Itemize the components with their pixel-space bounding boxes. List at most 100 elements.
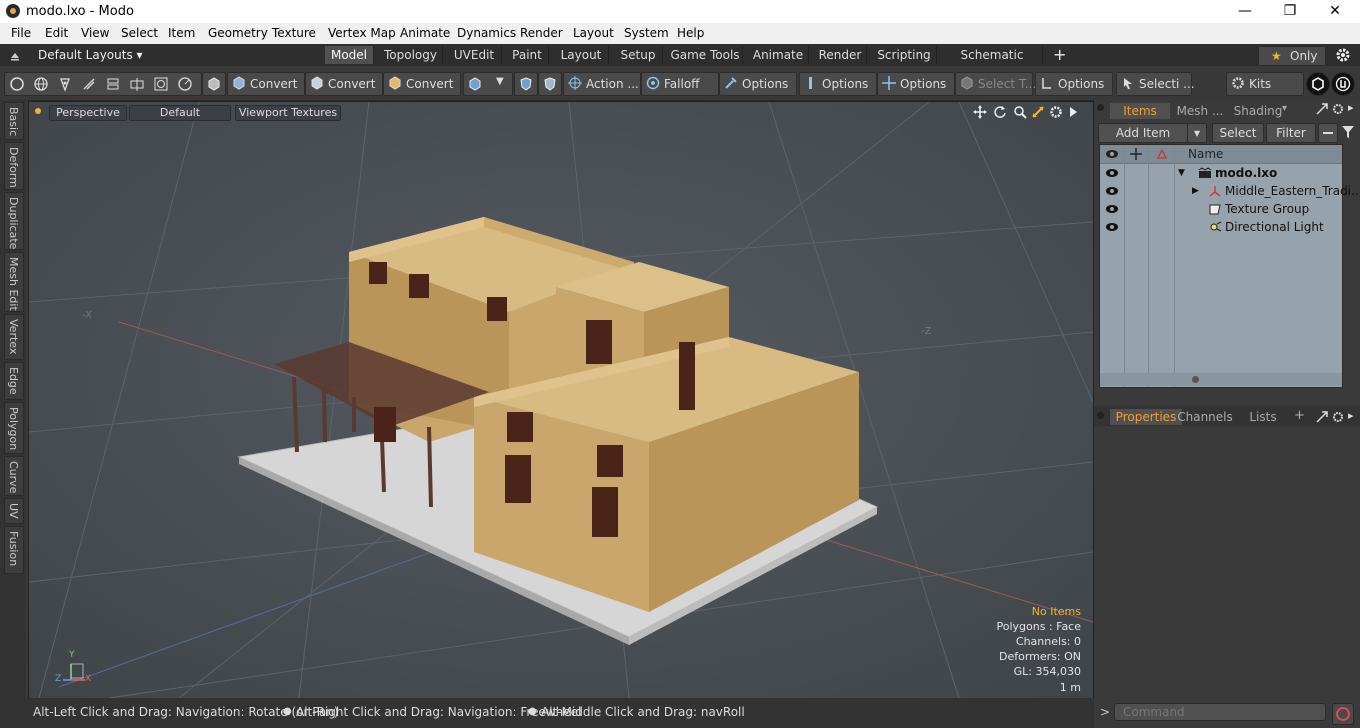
record-macro-button[interactable]	[1332, 703, 1354, 725]
tab-items[interactable]: Items	[1110, 103, 1170, 119]
pivot-mode-icon[interactable]	[177, 76, 193, 92]
tab-basic[interactable]: Basic	[4, 102, 24, 140]
tab-edge[interactable]: Edge	[4, 362, 24, 400]
select-button[interactable]: Select	[1212, 123, 1264, 143]
list-item-directional-light[interactable]: Directional Light	[1100, 218, 1342, 236]
view-type-dropdown[interactable]: Perspective	[49, 105, 127, 121]
shading-dropdown[interactable]: Default	[129, 105, 231, 121]
add-tab-button[interactable]: +	[1294, 408, 1305, 423]
add-item-button[interactable]: Add Item	[1098, 123, 1188, 143]
filter-button[interactable]: Filter	[1266, 123, 1316, 143]
tab-mesh-edit[interactable]: Mesh Edit	[4, 252, 24, 312]
tab-schematic-fusion[interactable]: Schematic Fusion	[942, 46, 1043, 80]
menu-geometry[interactable]: Geometry	[208, 26, 268, 40]
fit-icon[interactable]	[1031, 105, 1045, 119]
tab-fusion[interactable]: Fusion	[4, 526, 24, 574]
add-layout-button[interactable]: +	[1053, 45, 1066, 64]
viewport-expand-icon[interactable]	[1067, 106, 1079, 118]
list-item-scene[interactable]: ▼ modo.lxo	[1100, 164, 1342, 182]
zoom-icon[interactable]	[1013, 105, 1027, 119]
list-item-mesh[interactable]: ▶ Middle_Eastern_Tradi...	[1100, 182, 1360, 200]
symmetry-button[interactable]	[514, 72, 538, 96]
tab-game-tools[interactable]: Game Tools	[668, 46, 743, 64]
menu-help[interactable]: Help	[677, 26, 704, 40]
options-button-4[interactable]: Options	[1035, 72, 1113, 96]
panel-maximize-icon[interactable]	[1316, 103, 1328, 115]
eye-icon[interactable]	[1105, 186, 1119, 196]
item-list-scrollbar[interactable]	[1100, 373, 1342, 386]
globe-icon[interactable]	[33, 76, 49, 92]
tab-duplicate[interactable]: Duplicate	[4, 192, 24, 250]
panel-arrow-icon[interactable]: ▸	[1348, 101, 1354, 114]
menu-view[interactable]: View	[81, 26, 109, 40]
minimize-button[interactable]: —	[1222, 0, 1268, 23]
convert-button-3[interactable]: Convert	[383, 72, 461, 96]
eye-icon[interactable]	[1105, 222, 1119, 232]
menu-texture[interactable]: Texture	[272, 26, 316, 40]
convert-button-1[interactable]: Convert	[227, 72, 305, 96]
tabs-dropdown-icon[interactable]: ▾	[1282, 103, 1287, 114]
menu-render[interactable]: Render	[520, 26, 563, 40]
command-input[interactable]	[1114, 703, 1326, 721]
tab-properties[interactable]: Properties	[1110, 409, 1182, 425]
options-button-1[interactable]: Options	[719, 72, 797, 96]
properties-arrow-icon[interactable]: ▸	[1348, 409, 1354, 422]
menu-system[interactable]: System	[624, 26, 669, 40]
menu-layout[interactable]: Layout	[573, 26, 614, 40]
unity-button[interactable]	[1306, 72, 1330, 96]
select-through-button[interactable]: Select T...	[955, 72, 1036, 96]
unreal-button[interactable]	[1331, 72, 1355, 96]
edge-mode-icon[interactable]	[81, 76, 97, 92]
menu-vertex-map[interactable]: Vertex Map	[328, 26, 396, 40]
tab-animate[interactable]: Animate	[748, 46, 809, 64]
only-toggle[interactable]: ★ Only	[1258, 46, 1326, 66]
scrollbar-handle[interactable]	[1192, 376, 1199, 383]
tab-setup[interactable]: Setup	[614, 46, 663, 64]
tab-scripting[interactable]: Scripting	[872, 46, 937, 64]
expand-icon[interactable]: ▼	[1178, 164, 1185, 182]
options-button-2[interactable]: Options	[799, 72, 877, 96]
mesh-item-button[interactable]	[202, 72, 226, 96]
tab-curve[interactable]: Curve	[4, 456, 24, 496]
viewport-gear-icon[interactable]	[1049, 105, 1063, 119]
tab-vertex[interactable]: Vertex	[4, 314, 24, 360]
maximize-button[interactable]: ❐	[1267, 0, 1313, 23]
convert-button-2[interactable]: Convert	[305, 72, 383, 96]
vertex-mode-icon[interactable]	[57, 76, 73, 92]
collapse-icon[interactable]	[8, 48, 22, 62]
selection-sets-button[interactable]: Selecti ...	[1116, 72, 1195, 96]
pan-icon[interactable]	[973, 105, 987, 119]
kits-button[interactable]: Kits	[1226, 72, 1304, 96]
tab-paint[interactable]: Paint	[506, 46, 549, 64]
expand-arrow-icon[interactable]: ▶	[1192, 182, 1199, 200]
tab-topology[interactable]: Topology	[379, 46, 443, 64]
falloff-button[interactable]: Falloff	[641, 72, 719, 96]
menu-item[interactable]: Item	[168, 26, 195, 40]
properties-menu-icon[interactable]	[1097, 412, 1104, 419]
viewport-scene[interactable]	[29, 102, 1093, 698]
options-button-3[interactable]: Options	[877, 72, 955, 96]
properties-gear-icon[interactable]	[1332, 411, 1344, 423]
action-center-button[interactable]: Action ...	[563, 72, 641, 96]
rotate-icon[interactable]	[993, 105, 1007, 119]
viewport-menu-icon[interactable]	[35, 108, 41, 114]
menu-select[interactable]: Select	[121, 26, 158, 40]
menu-animate[interactable]: Animate	[400, 26, 450, 40]
menu-dynamics[interactable]: Dynamics	[457, 26, 516, 40]
tab-layout[interactable]: Layout	[554, 46, 609, 64]
viewport-textures-dropdown[interactable]: Viewport Textures	[235, 105, 341, 121]
list-item-texture-group[interactable]: Texture Group	[1100, 200, 1342, 218]
eye-icon[interactable]	[1105, 204, 1119, 214]
3d-viewport[interactable]: Perspective Default Viewport Textures -X…	[28, 101, 1094, 699]
polygon-mode-icon[interactable]	[105, 76, 121, 92]
close-button[interactable]: ✕	[1312, 0, 1358, 23]
snapping-button[interactable]	[538, 72, 562, 96]
funnel-icon[interactable]	[1340, 124, 1356, 140]
material-mode-icon[interactable]	[153, 76, 169, 92]
primitive-dropdown[interactable]: ▼	[463, 72, 513, 96]
tab-deform[interactable]: Deform	[4, 142, 24, 190]
tab-uv[interactable]: UV	[4, 498, 24, 524]
panel-menu-icon[interactable]	[1097, 104, 1104, 111]
tab-channels[interactable]: Channels	[1176, 409, 1234, 425]
circle-select-icon[interactable]	[9, 76, 25, 92]
